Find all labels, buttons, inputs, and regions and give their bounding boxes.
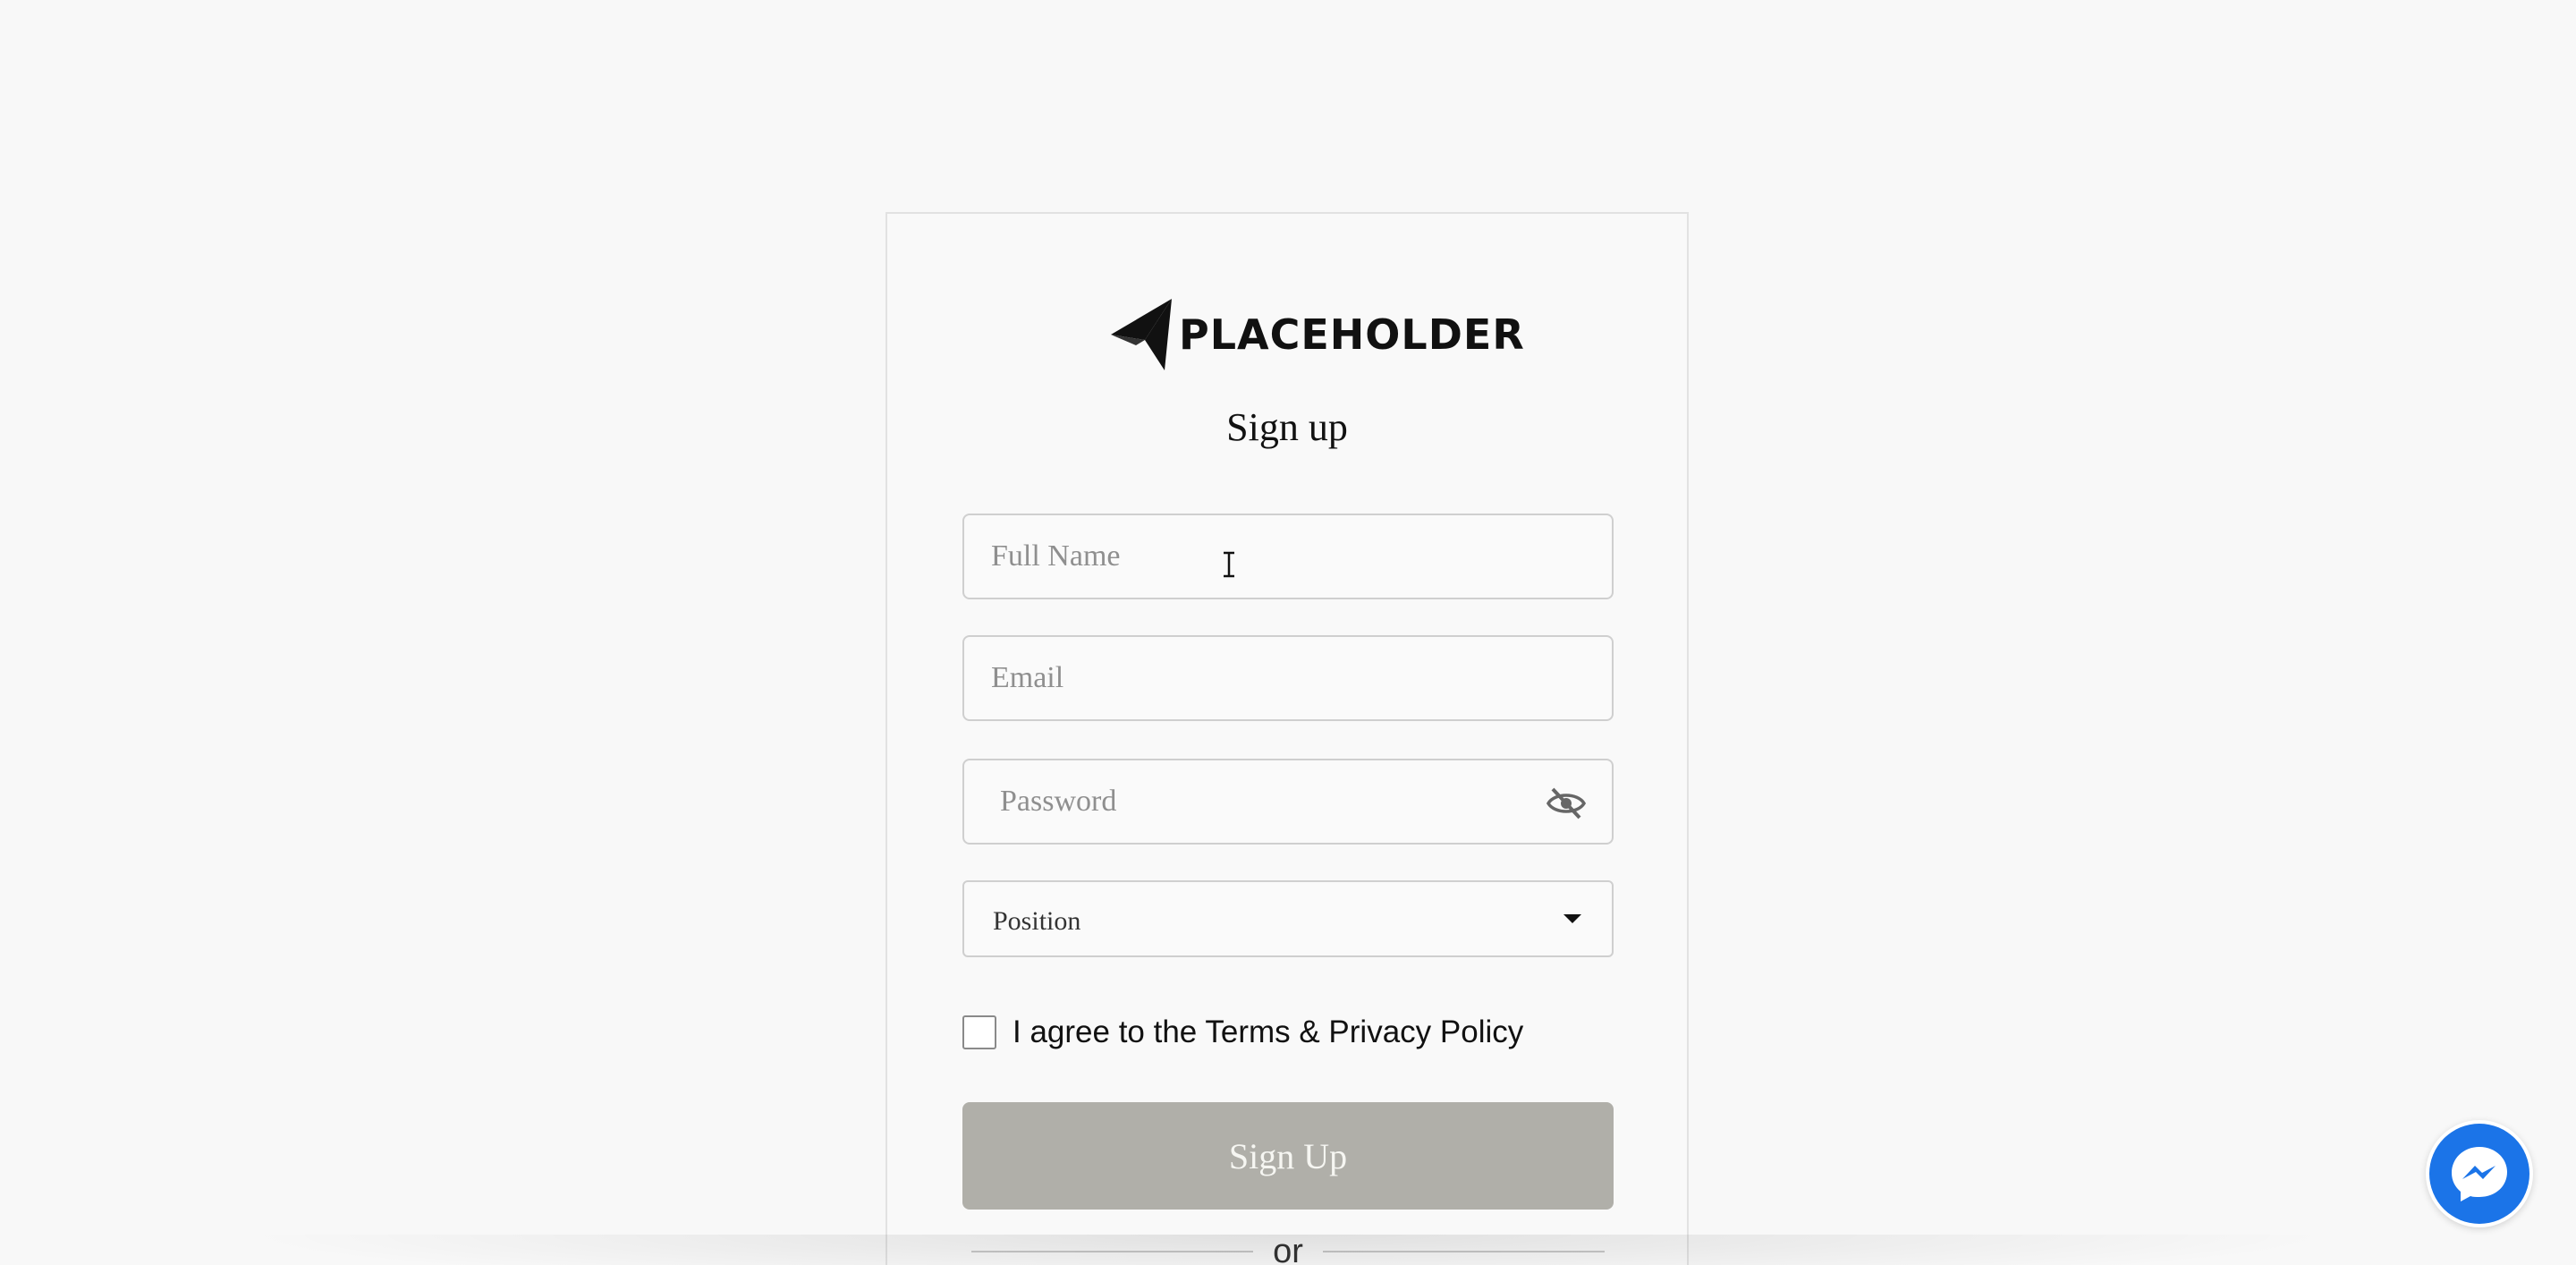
page: PLACEHOLDER Sign up Position I agree to … xyxy=(0,0,2576,1265)
password-field[interactable] xyxy=(962,759,1614,845)
email-field[interactable] xyxy=(962,635,1614,721)
page-title: Sign up xyxy=(1226,405,1348,449)
email-input[interactable] xyxy=(964,637,1612,719)
paper-plane-arrow-icon xyxy=(1111,299,1172,370)
position-select[interactable]: Position xyxy=(962,880,1614,957)
caret-down-icon xyxy=(1563,914,1581,923)
brand-name: PLACEHOLDER xyxy=(1179,310,1525,359)
full-name-input[interactable] xyxy=(964,515,1612,598)
full-name-field[interactable] xyxy=(962,514,1614,599)
agree-terms-row: I agree to the Terms & Privacy Policy xyxy=(962,1015,1523,1050)
password-input[interactable] xyxy=(964,760,1612,843)
eye-off-icon[interactable] xyxy=(1546,784,1587,823)
brand-logo: PLACEHOLDER xyxy=(1109,297,1525,372)
messenger-chat-button[interactable] xyxy=(2426,1120,2533,1227)
agree-terms-label[interactable]: I agree to the Terms & Privacy Policy xyxy=(1013,1015,1523,1050)
or-divider: or xyxy=(971,1229,1606,1265)
text-cursor-icon xyxy=(1224,551,1234,578)
position-select-label: Position xyxy=(993,906,1081,936)
or-divider-text: or xyxy=(1273,1232,1303,1265)
sign-up-button[interactable]: Sign Up xyxy=(962,1102,1614,1210)
messenger-chat-badge xyxy=(2429,1124,2529,1224)
agree-terms-checkbox[interactable] xyxy=(962,1015,996,1049)
divider-line-left xyxy=(971,1251,1254,1252)
messenger-chat-icon xyxy=(2452,1147,2507,1201)
divider-line-right xyxy=(1322,1251,1606,1252)
